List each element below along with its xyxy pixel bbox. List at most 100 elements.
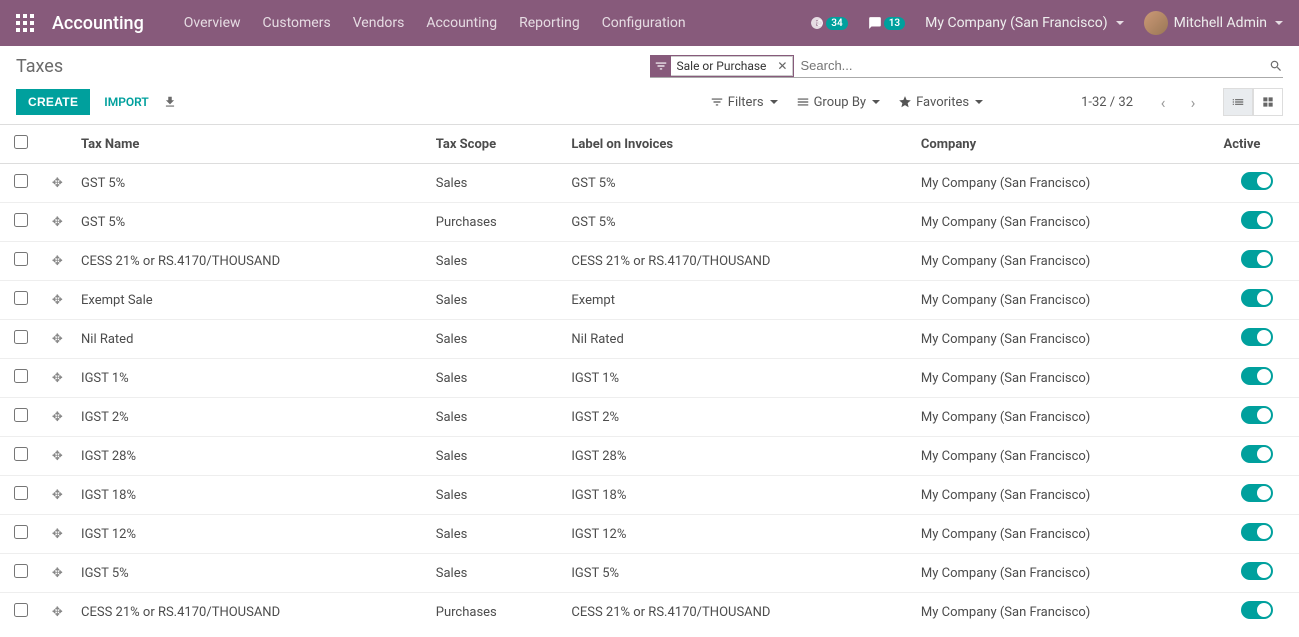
cell-tax-scope: Purchases [428, 593, 564, 624]
nav-item-accounting[interactable]: Accounting [426, 15, 497, 31]
search-input[interactable] [794, 54, 1269, 77]
row-checkbox[interactable] [14, 408, 28, 422]
column-tax-name[interactable]: Tax Name [73, 125, 428, 164]
active-toggle[interactable] [1241, 172, 1273, 190]
favorites-button[interactable]: Favorites [898, 95, 983, 110]
table-row[interactable]: ✥ CESS 21% or RS.4170/THOUSAND Sales CES… [0, 242, 1299, 281]
row-checkbox[interactable] [14, 486, 28, 500]
cell-tax-name: IGST 12% [73, 515, 428, 554]
filters-button[interactable]: Filters [710, 95, 778, 110]
import-button[interactable]: IMPORT [104, 95, 149, 109]
active-toggle[interactable] [1241, 445, 1273, 463]
nav-menu: Overview Customers Vendors Accounting Report… [184, 15, 686, 31]
row-checkbox[interactable] [14, 213, 28, 227]
active-toggle[interactable] [1241, 250, 1273, 268]
row-checkbox[interactable] [14, 603, 28, 617]
nav-item-reporting[interactable]: Reporting [519, 15, 580, 31]
cell-company: My Company (San Francisco) [913, 515, 1216, 554]
apps-icon[interactable] [16, 14, 34, 32]
nav-item-overview[interactable]: Overview [184, 15, 241, 31]
table-row[interactable]: ✥ Exempt Sale Sales Exempt My Company (S… [0, 281, 1299, 320]
row-checkbox[interactable] [14, 252, 28, 266]
cell-tax-scope: Sales [428, 281, 564, 320]
drag-handle-icon[interactable]: ✥ [52, 332, 63, 347]
active-toggle[interactable] [1241, 406, 1273, 424]
cell-tax-name: GST 5% [73, 164, 428, 203]
create-button[interactable]: CREATE [16, 89, 90, 115]
app-title: Accounting [52, 13, 144, 34]
cell-label-invoices: IGST 28% [563, 437, 913, 476]
table-row[interactable]: ✥ IGST 5% Sales IGST 5% My Company (San … [0, 554, 1299, 593]
drag-handle-icon[interactable]: ✥ [52, 566, 63, 581]
table-row[interactable]: ✥ IGST 18% Sales IGST 18% My Company (Sa… [0, 476, 1299, 515]
active-toggle[interactable] [1241, 211, 1273, 229]
row-checkbox[interactable] [14, 564, 28, 578]
table-row[interactable]: ✥ GST 5% Sales GST 5% My Company (San Fr… [0, 164, 1299, 203]
cell-tax-name: CESS 21% or RS.4170/THOUSAND [73, 593, 428, 624]
column-tax-scope[interactable]: Tax Scope [428, 125, 564, 164]
drag-handle-icon[interactable]: ✥ [52, 527, 63, 542]
column-active[interactable]: Active [1215, 125, 1299, 164]
row-checkbox[interactable] [14, 291, 28, 305]
select-all-checkbox[interactable] [14, 135, 28, 149]
cell-label-invoices: IGST 2% [563, 398, 913, 437]
search-icon[interactable] [1269, 58, 1283, 73]
active-toggle[interactable] [1241, 562, 1273, 580]
view-kanban-button[interactable] [1253, 88, 1283, 116]
drag-handle-icon[interactable]: ✥ [52, 293, 63, 308]
company-selector[interactable]: My Company (San Francisco) [925, 15, 1123, 31]
search-bar[interactable]: Sale or Purchase ✕ [650, 54, 1284, 78]
active-toggle[interactable] [1241, 367, 1273, 385]
view-list-button[interactable] [1223, 88, 1253, 116]
active-toggle[interactable] [1241, 523, 1273, 541]
row-checkbox[interactable] [14, 447, 28, 461]
activity-icon[interactable]: ⏱ 34 [810, 16, 847, 30]
active-toggle[interactable] [1241, 601, 1273, 619]
drag-handle-icon[interactable]: ✥ [52, 176, 63, 191]
active-toggle[interactable] [1241, 484, 1273, 502]
cell-company: My Company (San Francisco) [913, 359, 1216, 398]
nav-item-vendors[interactable]: Vendors [353, 15, 405, 31]
column-company[interactable]: Company [913, 125, 1216, 164]
cell-label-invoices: CESS 21% or RS.4170/THOUSAND [563, 242, 913, 281]
user-menu[interactable]: Mitchell Admin [1144, 11, 1283, 35]
cell-tax-name: GST 5% [73, 203, 428, 242]
drag-handle-icon[interactable]: ✥ [52, 449, 63, 464]
active-toggle[interactable] [1241, 328, 1273, 346]
drag-handle-icon[interactable]: ✥ [52, 488, 63, 503]
drag-handle-icon[interactable]: ✥ [52, 605, 63, 620]
drag-handle-icon[interactable]: ✥ [52, 215, 63, 230]
table-row[interactable]: ✥ IGST 1% Sales IGST 1% My Company (San … [0, 359, 1299, 398]
pager-prev-icon[interactable]: ‹ [1151, 90, 1175, 114]
drag-handle-icon[interactable]: ✥ [52, 254, 63, 269]
row-checkbox[interactable] [14, 174, 28, 188]
drag-handle-icon[interactable]: ✥ [52, 371, 63, 386]
cell-tax-name: Nil Rated [73, 320, 428, 359]
discuss-icon[interactable]: 13 [868, 16, 905, 30]
facet-remove-icon[interactable]: ✕ [772, 56, 793, 76]
table-row[interactable]: ✥ IGST 28% Sales IGST 28% My Company (Sa… [0, 437, 1299, 476]
cell-tax-name: IGST 2% [73, 398, 428, 437]
row-checkbox[interactable] [14, 330, 28, 344]
drag-handle-icon[interactable]: ✥ [52, 410, 63, 425]
table-row[interactable]: ✥ Nil Rated Sales Nil Rated My Company (… [0, 320, 1299, 359]
table-row[interactable]: ✥ IGST 2% Sales IGST 2% My Company (San … [0, 398, 1299, 437]
pager-next-icon[interactable]: › [1181, 90, 1205, 114]
nav-item-configuration[interactable]: Configuration [602, 15, 686, 31]
cell-company: My Company (San Francisco) [913, 203, 1216, 242]
download-icon[interactable] [163, 95, 177, 110]
active-toggle[interactable] [1241, 289, 1273, 307]
table-row[interactable]: ✥ GST 5% Purchases GST 5% My Company (Sa… [0, 203, 1299, 242]
cell-company: My Company (San Francisco) [913, 476, 1216, 515]
cell-company: My Company (San Francisco) [913, 281, 1216, 320]
row-checkbox[interactable] [14, 369, 28, 383]
avatar [1144, 11, 1168, 35]
caret-down-icon [1116, 21, 1124, 25]
pager-text[interactable]: 1-32 / 32 [1081, 95, 1133, 110]
table-row[interactable]: ✥ IGST 12% Sales IGST 12% My Company (Sa… [0, 515, 1299, 554]
nav-item-customers[interactable]: Customers [263, 15, 331, 31]
groupby-button[interactable]: Group By [796, 95, 881, 110]
row-checkbox[interactable] [14, 525, 28, 539]
column-label-invoices[interactable]: Label on Invoices [563, 125, 913, 164]
table-row[interactable]: ✥ CESS 21% or RS.4170/THOUSAND Purchases… [0, 593, 1299, 624]
